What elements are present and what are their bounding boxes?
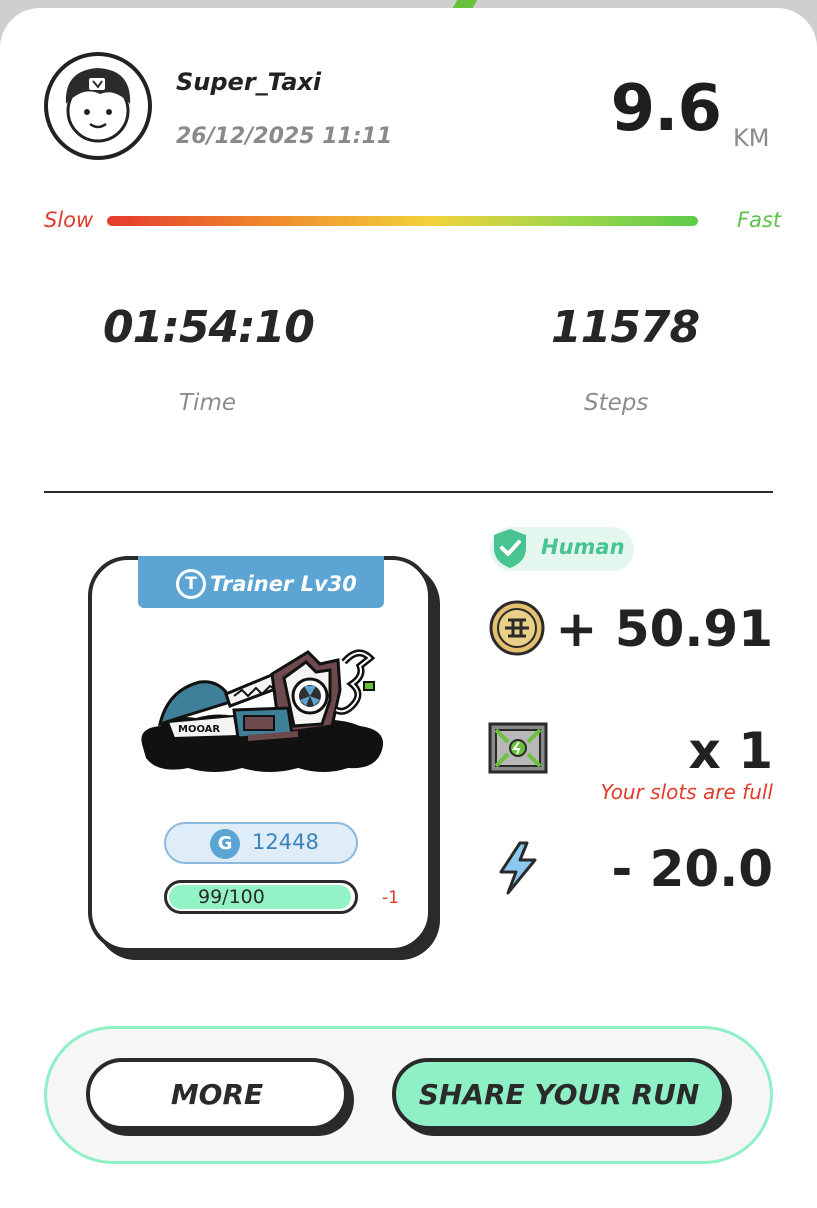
speed-fast-label: Fast bbox=[737, 208, 782, 232]
box-reward-value: x 1 bbox=[688, 722, 773, 780]
time-value: 01:54:10 bbox=[103, 302, 315, 353]
more-button[interactable]: MORE bbox=[86, 1058, 348, 1130]
speed-slow-label: Slow bbox=[44, 208, 94, 232]
run-datetime: 26/12/2025 11:11 bbox=[176, 124, 393, 149]
divider bbox=[44, 491, 773, 493]
trainer-badge-icon: T bbox=[176, 569, 206, 599]
energy-cost-value: - 20.0 bbox=[611, 840, 773, 898]
mystery-box-icon bbox=[488, 722, 548, 774]
slots-full-warning: Your slots are full bbox=[600, 780, 773, 804]
lightning-icon bbox=[499, 841, 537, 895]
avatar[interactable] bbox=[44, 52, 152, 160]
coin-reward-value: + 50.91 bbox=[555, 600, 773, 658]
durability-change: -1 bbox=[382, 888, 399, 908]
trainer-level-label: Trainer Lv30 bbox=[210, 572, 357, 596]
human-label: Human bbox=[541, 535, 625, 559]
gem-icon: G bbox=[210, 829, 240, 859]
gems-value: 12448 bbox=[252, 830, 319, 854]
share-run-button[interactable]: SHARE YOUR RUN bbox=[392, 1058, 726, 1130]
avatar-icon bbox=[65, 68, 131, 143]
username: Super_Taxi bbox=[176, 68, 322, 96]
steps-value: 11578 bbox=[551, 302, 700, 353]
shield-check-icon bbox=[494, 529, 526, 568]
durability-value: 99/100 bbox=[198, 886, 265, 908]
coin-icon bbox=[489, 600, 545, 656]
sneaker-brand-text: MOOAR bbox=[178, 724, 220, 735]
steps-label: Steps bbox=[584, 390, 649, 416]
distance-value: 9.6 bbox=[610, 72, 722, 146]
distance-unit: KM bbox=[733, 124, 770, 152]
map-route-strip bbox=[452, 0, 478, 8]
speed-gradient-bar bbox=[107, 216, 698, 226]
sneaker-image: MOOAR bbox=[141, 649, 384, 772]
time-label: Time bbox=[179, 390, 236, 416]
